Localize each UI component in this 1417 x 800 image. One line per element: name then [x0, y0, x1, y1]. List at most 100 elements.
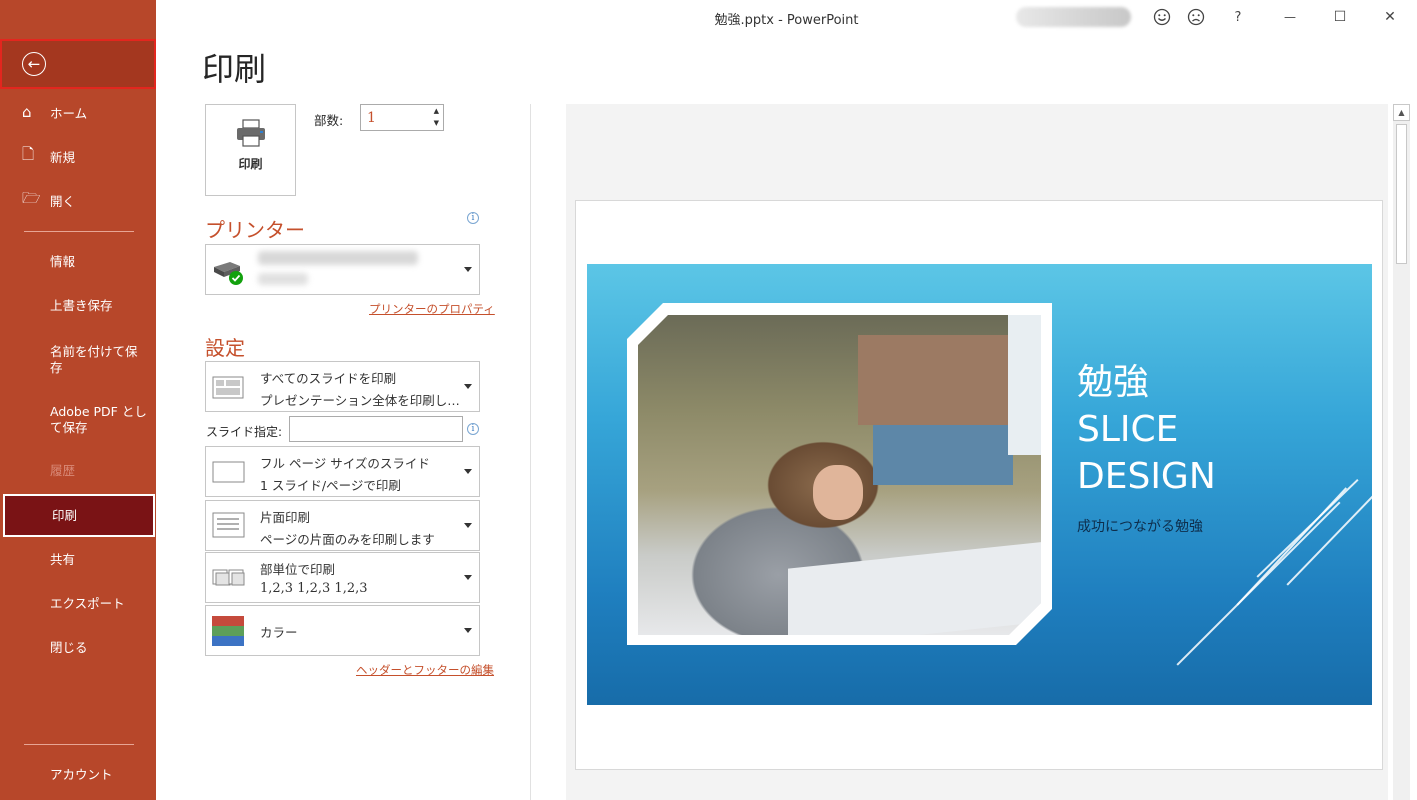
close-button[interactable]: ✕: [1376, 5, 1404, 29]
printer-name-redacted: [258, 251, 418, 265]
chevron-down-icon: [464, 574, 472, 580]
one-sided-print-icon: [212, 511, 246, 543]
copies-value: 1: [367, 110, 376, 126]
sidebar-divider: [24, 231, 134, 232]
color-dropdown[interactable]: カラー: [205, 605, 480, 656]
sidebar-item-save[interactable]: 上書き保存: [0, 288, 156, 324]
sidebar-item-label: エクスポート: [50, 596, 125, 611]
sidebar-item-save-adobe-pdf[interactable]: Adobe PDF として保存: [0, 400, 156, 440]
sidebar-item-label: 閉じる: [50, 640, 88, 655]
chevron-down-icon: [464, 383, 472, 389]
maximize-button[interactable]: ☐: [1326, 5, 1354, 29]
printer-properties-link[interactable]: プリンターのプロパティ: [369, 301, 495, 317]
full-page-slide-icon: [212, 461, 246, 487]
all-slides-icon: [212, 374, 246, 404]
scroll-thumb[interactable]: [1396, 124, 1407, 264]
preview-divider: [530, 104, 531, 800]
preview-scrollbar[interactable]: ▲: [1393, 104, 1410, 800]
sidebar-item-home[interactable]: ⌂ ホーム: [0, 94, 156, 130]
sidebar-item-label: 開く: [50, 193, 76, 209]
header-footer-link[interactable]: ヘッダーとフッターの編集: [356, 662, 494, 678]
sidebar-item-label: 履歴: [50, 463, 76, 478]
spin-down-icon[interactable]: ▼: [434, 119, 439, 127]
sidebar-item-export[interactable]: エクスポート: [0, 586, 156, 622]
slide-title-line: DESIGN: [1077, 456, 1216, 497]
slide-title-line: SLICE: [1077, 409, 1179, 450]
back-arrow-icon: ←: [22, 52, 46, 76]
dropdown-title: 片面印刷: [260, 510, 311, 525]
sidebar-item-label: 名前を付けて保存: [50, 344, 138, 375]
sidebar-item-new[interactable]: 🗋 新規: [0, 138, 156, 174]
decorative-line: [1236, 487, 1347, 606]
slide-spec-input[interactable]: [289, 416, 463, 442]
print-button[interactable]: 印刷: [205, 104, 296, 196]
dropdown-subtitle: ページの片面のみを印刷します: [260, 532, 435, 547]
sidebar-item-label: Adobe PDF として保存: [50, 404, 147, 435]
chevron-down-icon: [464, 468, 472, 474]
print-slides-dropdown[interactable]: すべてのスライドを印刷 プレゼンテーション全体を印刷し…: [205, 361, 480, 412]
chevron-down-icon: [464, 522, 472, 528]
sidebar-item-info[interactable]: 情報: [0, 244, 156, 280]
sidebar-item-label: ホーム: [50, 105, 88, 121]
page-title: 印刷: [202, 50, 267, 88]
chevron-down-icon: [464, 266, 472, 272]
sidebar-item-label: アカウント: [50, 767, 113, 782]
sidebar-item-account[interactable]: アカウント: [0, 757, 156, 793]
color-swatch-icon: [212, 616, 244, 650]
sidebar-divider: [24, 744, 134, 745]
info-icon[interactable]: i: [467, 423, 479, 435]
slide-spec-label: スライド指定:: [206, 425, 283, 439]
new-document-icon: 🗋: [22, 144, 35, 163]
sidebar-item-print[interactable]: 印刷: [3, 494, 155, 537]
dropdown-title: 部単位で印刷: [260, 562, 336, 577]
minimize-button[interactable]: —: [1276, 5, 1304, 29]
title-bar: 勉強.pptx - PowerPoint ? — ☐ ✕: [156, 0, 1417, 34]
smile-feedback-icon[interactable]: [1148, 5, 1176, 29]
info-icon[interactable]: i: [467, 212, 479, 224]
copies-stepper[interactable]: 1 ▲ ▼: [360, 104, 444, 131]
account-avatar[interactable]: [1016, 7, 1131, 27]
sidebar-item-save-as[interactable]: 名前を付けて保存: [0, 340, 156, 380]
sidebar-item-label: 共有: [50, 552, 76, 567]
sidebar-item-label: 上書き保存: [50, 298, 113, 313]
printer-dropdown[interactable]: [205, 244, 480, 295]
frown-feedback-icon[interactable]: [1182, 5, 1210, 29]
printer-ready-icon: [212, 257, 246, 289]
dropdown-title: カラー: [260, 625, 298, 640]
slide-subtitle: 成功につながる勉強: [1077, 519, 1203, 535]
open-folder-icon: 🗁: [22, 188, 41, 207]
sides-dropdown[interactable]: 片面印刷 ページの片面のみを印刷します: [205, 500, 480, 551]
slide-title-line: 勉強: [1077, 362, 1150, 403]
dropdown-title: すべてのスライドを印刷: [260, 371, 397, 386]
spin-up-icon[interactable]: ▲: [434, 107, 439, 115]
sidebar-item-label: 新規: [50, 149, 76, 165]
slide-title: 勉強 SLICE DESIGN: [1077, 359, 1216, 500]
help-button[interactable]: ?: [1224, 5, 1252, 29]
printer-heading: プリンター: [205, 218, 305, 242]
chevron-down-icon: [464, 627, 472, 633]
dropdown-subtitle: プレゼンテーション全体を印刷し…: [260, 393, 460, 408]
sidebar-item-label: 印刷: [52, 507, 78, 523]
sidebar-item-label: 情報: [50, 254, 76, 269]
sidebar-item-close[interactable]: 閉じる: [0, 630, 156, 666]
home-icon: ⌂: [22, 103, 32, 121]
dropdown-title: フル ページ サイズのスライド: [260, 456, 430, 471]
collate-dropdown[interactable]: 部単位で印刷 1,2,3 1,2,3 1,2,3: [205, 552, 480, 603]
sidebar-item-open[interactable]: 🗁 開く: [0, 182, 156, 218]
sidebar-item-share[interactable]: 共有: [0, 542, 156, 578]
printer-icon: [234, 119, 268, 147]
backstage-sidebar: ← ⌂ ホーム 🗋 新規 🗁 開く 情報 上書き保存 名前を付けて保存 Adob…: [0, 0, 156, 800]
back-button[interactable]: ←: [0, 39, 156, 89]
slide-preview: 勉強 SLICE DESIGN 成功につながる勉強: [587, 264, 1372, 705]
printer-status-redacted: [258, 273, 308, 285]
copies-label: 部数:: [314, 113, 344, 128]
slide-photo: [638, 315, 1041, 635]
dropdown-subtitle: 1 スライド/ページで印刷: [260, 478, 401, 493]
scroll-up-icon[interactable]: ▲: [1393, 104, 1410, 121]
settings-heading: 設定: [205, 336, 245, 360]
dropdown-subtitle: 1,2,3 1,2,3 1,2,3: [260, 581, 368, 596]
collated-icon: [212, 567, 246, 591]
sidebar-item-history: 履歴: [0, 453, 156, 489]
layout-dropdown[interactable]: フル ページ サイズのスライド 1 スライド/ページで印刷: [205, 446, 480, 497]
print-button-label: 印刷: [238, 157, 263, 171]
